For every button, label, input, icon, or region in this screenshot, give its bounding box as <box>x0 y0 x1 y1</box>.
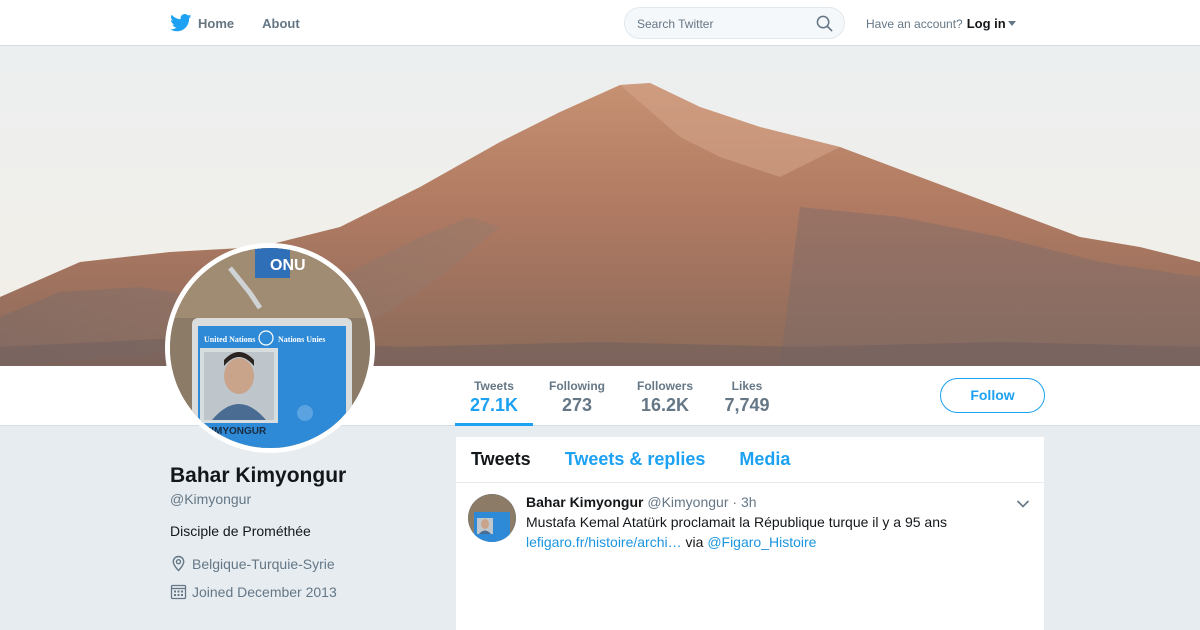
top-navigation-bar: Home About Search Twitter Have an accoun… <box>0 0 1200 46</box>
tab-tweets-replies[interactable]: Tweets & replies <box>565 449 706 470</box>
profile-name[interactable]: Bahar Kimyongur <box>170 464 346 488</box>
badge-org-fr-text: Nations Unies <box>278 335 325 344</box>
tweet-avatar[interactable] <box>468 494 516 542</box>
stat-likes[interactable]: Likes 7,749 <box>720 366 774 426</box>
tweet-author-handle[interactable]: @Kimyongur <box>647 494 728 510</box>
stat-tweets[interactable]: Tweets 27.1K <box>455 366 533 426</box>
search-placeholder: Search Twitter <box>637 17 714 31</box>
active-tab-underline <box>455 423 533 426</box>
caret-down-icon[interactable] <box>1007 21 1016 26</box>
tweet-item[interactable]: Bahar Kimyongur @Kimyongur · 3h Mustafa … <box>456 483 1044 603</box>
avatar[interactable]: ONU United Nations Nations Unies KIMYONG… <box>165 243 375 453</box>
tweet-via-text: via <box>685 534 704 550</box>
tweet-text: Mustafa Kemal Atatürk proclamait la Répu… <box>526 514 948 530</box>
stat-label: Tweets <box>474 379 514 393</box>
location-pin-icon <box>172 555 185 572</box>
tweet-avatar-image <box>468 494 516 542</box>
stat-following[interactable]: Following 273 <box>545 366 609 426</box>
tab-tweets[interactable]: Tweets <box>471 449 531 470</box>
twitter-bird-icon[interactable] <box>170 14 192 32</box>
account-prompt-text: Have an account? <box>866 16 963 31</box>
badge-name-text: KIMYONGUR <box>204 426 267 437</box>
profile-handle[interactable]: @Kimyongur <box>170 491 251 507</box>
stat-value: 27.1K <box>469 395 519 415</box>
stat-followers[interactable]: Followers 16.2K <box>632 366 698 426</box>
nav-about-link[interactable]: About <box>262 16 300 31</box>
lanyard-text: ONU <box>270 257 306 274</box>
profile-bio: Disciple de Prométhée <box>170 523 311 539</box>
follow-button[interactable]: Follow <box>940 378 1045 413</box>
tweet-url-link[interactable]: lefigaro.fr/histoire/archi… <box>526 534 682 550</box>
stat-value: 273 <box>561 395 593 415</box>
calendar-icon <box>170 584 187 600</box>
stat-value: 16.2K <box>640 395 690 415</box>
account-prompt: Have an account? Log in <box>866 16 1016 31</box>
search-input[interactable]: Search Twitter <box>624 7 845 39</box>
stat-label: Followers <box>636 379 693 393</box>
tweet-link-line: lefigaro.fr/histoire/archi… via @Figaro_… <box>526 534 816 550</box>
chevron-down-icon[interactable] <box>1016 499 1030 509</box>
tweet-author-name[interactable]: Bahar Kimyongur <box>526 494 643 510</box>
location-text: Belgique-Turquie-Syrie <box>192 555 335 572</box>
nav-left: Home About <box>170 0 328 46</box>
profile-joined: Joined December 2013 <box>170 583 337 600</box>
profile-location: Belgique-Turquie-Syrie <box>170 555 335 572</box>
stat-label: Likes <box>731 379 763 393</box>
stat-label: Following <box>549 379 605 393</box>
timeline-tabs: Tweets Tweets & replies Media <box>456 437 1044 483</box>
stat-value: 7,749 <box>724 395 770 415</box>
timeline: Tweets Tweets & replies Media Bahar Kimy… <box>456 437 1044 630</box>
badge-org-text: United Nations <box>204 335 255 344</box>
login-link[interactable]: Log in <box>967 16 1006 31</box>
avatar-image: ONU United Nations Nations Unies KIMYONG… <box>170 248 370 448</box>
tweet-timestamp[interactable]: 3h <box>741 494 757 510</box>
joined-text: Joined December 2013 <box>192 583 337 600</box>
avatar-photo: ONU United Nations Nations Unies KIMYONG… <box>170 248 370 448</box>
tab-media[interactable]: Media <box>739 449 790 470</box>
tweet-header: Bahar Kimyongur @Kimyongur · 3h <box>526 494 757 510</box>
search-icon[interactable] <box>816 15 833 32</box>
tweet-separator: · <box>732 494 738 510</box>
nav-home-link[interactable]: Home <box>198 16 234 31</box>
tweet-mention-link[interactable]: @Figaro_Histoire <box>707 534 816 550</box>
